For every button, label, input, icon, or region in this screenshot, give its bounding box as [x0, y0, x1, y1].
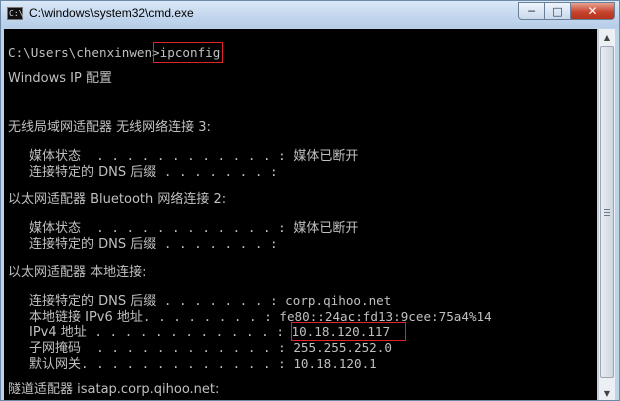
row-value: 10.18.120.1	[293, 356, 377, 371]
cmd-app-icon: C:\	[7, 7, 24, 20]
row-dots: . . . . . . . :	[156, 293, 286, 308]
row-value: corp.qihoo.net	[285, 293, 392, 308]
vertical-scrollbar[interactable]: ▲ ▼	[598, 29, 615, 400]
grip-line	[604, 212, 610, 213]
window-controls: ─ □ ✕	[518, 2, 615, 21]
minimize-button[interactable]: ─	[518, 2, 545, 20]
row-dots: . . . . . . . . . . . . :	[81, 148, 294, 163]
scroll-down-icon[interactable]: ▼	[599, 385, 615, 400]
tunnel-adapter-title: 隧道适配器 isatap.corp.qihoo.net:	[8, 382, 220, 397]
maximize-button[interactable]: □	[545, 2, 571, 20]
scroll-thumb[interactable]	[600, 46, 614, 378]
row-dots: . . . . . . . . . . . . :	[86, 324, 292, 339]
config-row: 默认网关. . . . . . . . . . . . . : 10.18.12…	[29, 354, 377, 374]
command-highlight-box	[153, 42, 223, 63]
row-label: 默认网关	[29, 357, 82, 372]
config-row: 连接特定的 DNS 后缀 . . . . . . . :	[29, 234, 285, 254]
row-value: 媒体已断开	[293, 149, 359, 164]
row-dots: . . . . . . . :	[156, 236, 286, 251]
row-value: 255.255.252.0	[293, 340, 392, 355]
section-title: 以太网适配器 本地连接:	[8, 265, 147, 280]
header-line: Windows IP 配置	[8, 68, 112, 88]
row-dots: . . . . . . . . . . . . :	[81, 340, 294, 355]
row-value: 媒体已断开	[293, 221, 359, 236]
console-output[interactable]: C:\Users\chenxinwen>ipconfig Windows IP …	[4, 29, 597, 400]
prompt-text: C:\Users\chenxinwen>	[8, 45, 160, 60]
row-label: 连接特定的 DNS 后缀	[29, 165, 157, 180]
title-bar[interactable]: C:\ C:\windows\system32\cmd.exe ─ □ ✕	[1, 1, 619, 28]
config-row: 连接特定的 DNS 后缀 . . . . . . . :	[29, 162, 285, 182]
row-label: 连接特定的 DNS 后缀	[29, 237, 157, 252]
close-button[interactable]: ✕	[571, 2, 615, 20]
footer-line: 隧道适配器 isatap.corp.qihoo.net:	[8, 379, 219, 399]
grip-line	[604, 215, 610, 216]
scroll-up-icon[interactable]: ▲	[599, 29, 615, 46]
grip-line	[604, 209, 610, 210]
row-dots: . . . . . . . . . . . . :	[81, 220, 294, 235]
cmd-window: C:\ C:\windows\system32\cmd.exe ─ □ ✕ C:…	[0, 0, 620, 401]
ip-config-header: Windows IP 配置	[8, 71, 112, 86]
row-dots: . . . . . . . . . . . . . :	[81, 356, 294, 371]
section-title: 以太网适配器 Bluetooth 网络连接 2:	[8, 192, 227, 207]
section-title: 无线局域网适配器 无线网络连接 3:	[8, 120, 211, 135]
row-dots: . . . . . . . :	[156, 164, 286, 179]
window-title: C:\windows\system32\cmd.exe	[29, 6, 194, 20]
